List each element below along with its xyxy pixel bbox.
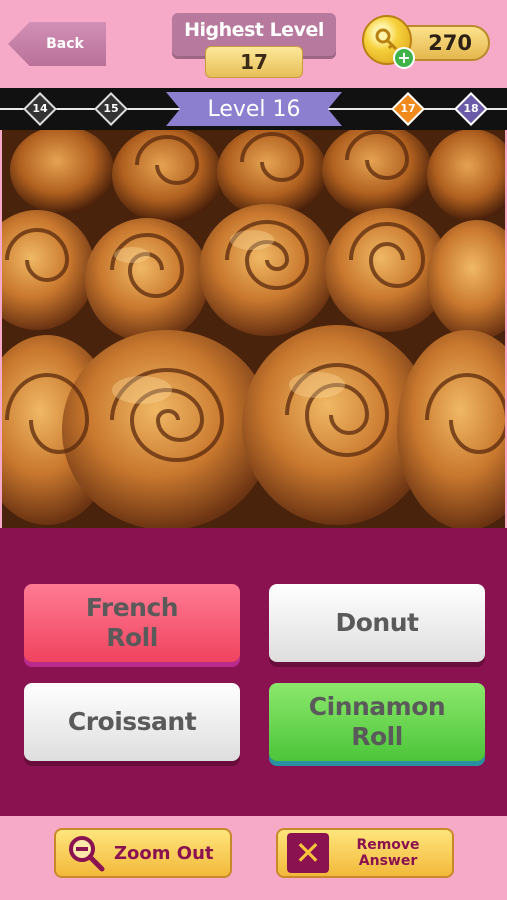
- level-marker-next1: 17: [391, 92, 425, 126]
- remove-answer-line1: Remove: [356, 836, 420, 853]
- current-level-banner: Level 16: [166, 92, 342, 126]
- quiz-photo: [2, 130, 505, 528]
- answer-panel: French Roll Donut Croissant Cinnamon Rol…: [0, 528, 507, 816]
- cinnamon-rolls-image: [2, 130, 505, 528]
- top-bar: Back Highest Level 17 270 +: [0, 0, 507, 86]
- current-level-label: Level 16: [207, 96, 301, 122]
- level-marker-prev2: 14: [23, 92, 57, 126]
- zoom-out-label: Zoom Out: [114, 842, 214, 864]
- answer-cinnamon-roll-line1: Cinnamon: [308, 692, 446, 721]
- zoom-out-button[interactable]: Zoom Out: [54, 828, 232, 878]
- answer-french-roll-line1: French: [85, 593, 179, 622]
- remove-answer-line2: Answer: [358, 853, 418, 869]
- remove-answer-icon: ✕: [286, 831, 330, 875]
- magnifier-minus-icon: [64, 831, 108, 875]
- highest-level-value: 17: [205, 46, 303, 78]
- cross-icon: ✕: [287, 833, 329, 873]
- answer-donut[interactable]: Donut: [269, 584, 485, 662]
- answer-cinnamon-roll-line2: Roll: [351, 722, 403, 751]
- answer-donut-label: Donut: [335, 608, 419, 637]
- highest-level-label: Highest Level: [184, 19, 324, 41]
- remove-answer-button[interactable]: ✕ Remove Answer: [276, 828, 454, 878]
- back-label: Back: [46, 36, 84, 52]
- answer-croissant[interactable]: Croissant: [24, 683, 240, 761]
- add-coins-button[interactable]: +: [393, 47, 415, 69]
- level-marker-prev1: 15: [94, 92, 128, 126]
- plus-icon: +: [397, 48, 411, 67]
- bottom-bar: Zoom Out ✕ Remove Answer: [0, 816, 507, 900]
- answer-croissant-label: Croissant: [67, 707, 197, 736]
- back-button[interactable]: Back: [8, 22, 106, 66]
- coin-count: 270: [428, 31, 472, 55]
- level-marker-next2: 18: [454, 92, 488, 126]
- answer-french-roll-line2: Roll: [106, 623, 158, 652]
- answer-french-roll[interactable]: French Roll: [24, 584, 240, 662]
- answer-cinnamon-roll[interactable]: Cinnamon Roll: [269, 683, 485, 761]
